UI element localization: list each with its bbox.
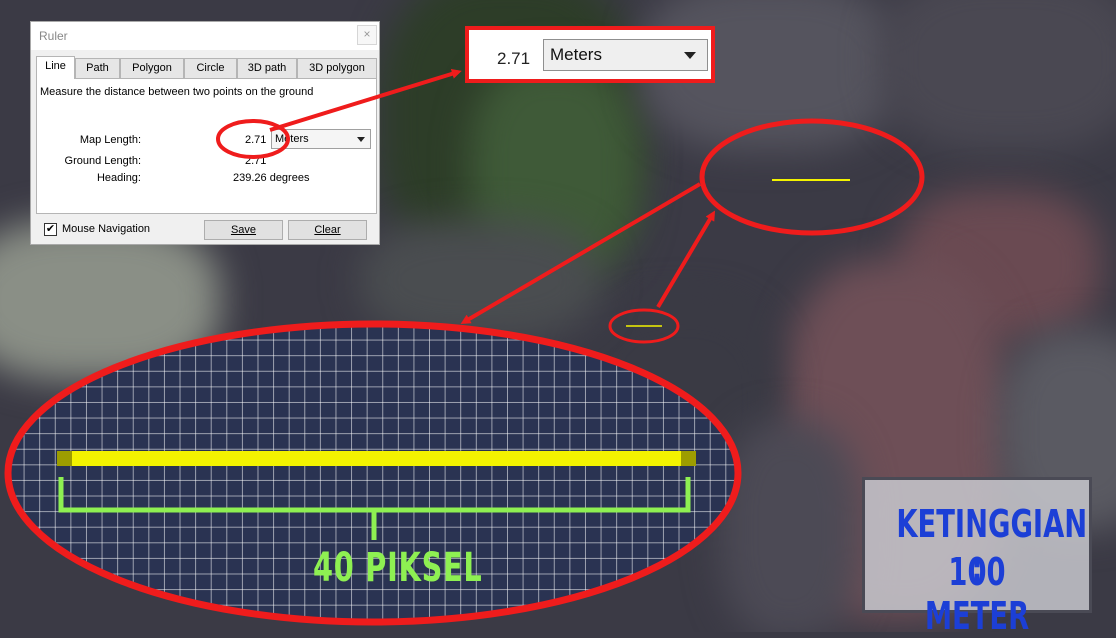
medium-zoom-ellipse xyxy=(699,118,925,236)
arrow-to-magnifier xyxy=(460,182,702,325)
line-endpoint-left xyxy=(57,451,72,466)
tab-line[interactable]: Line xyxy=(36,56,75,79)
arrow-to-medium-ellipse xyxy=(656,210,716,309)
arrow-to-zoom-callout xyxy=(269,68,462,132)
magnified-measure-line xyxy=(57,451,696,466)
pixel-span-bracket xyxy=(58,477,691,513)
line-endpoint-right xyxy=(681,451,696,466)
altitude-line-2: 100 METER xyxy=(924,550,1030,638)
altitude-info-box: KETINGGIAN : 100 METER xyxy=(862,477,1092,638)
pixel-count-label: 40 PIKSEL xyxy=(313,545,483,591)
